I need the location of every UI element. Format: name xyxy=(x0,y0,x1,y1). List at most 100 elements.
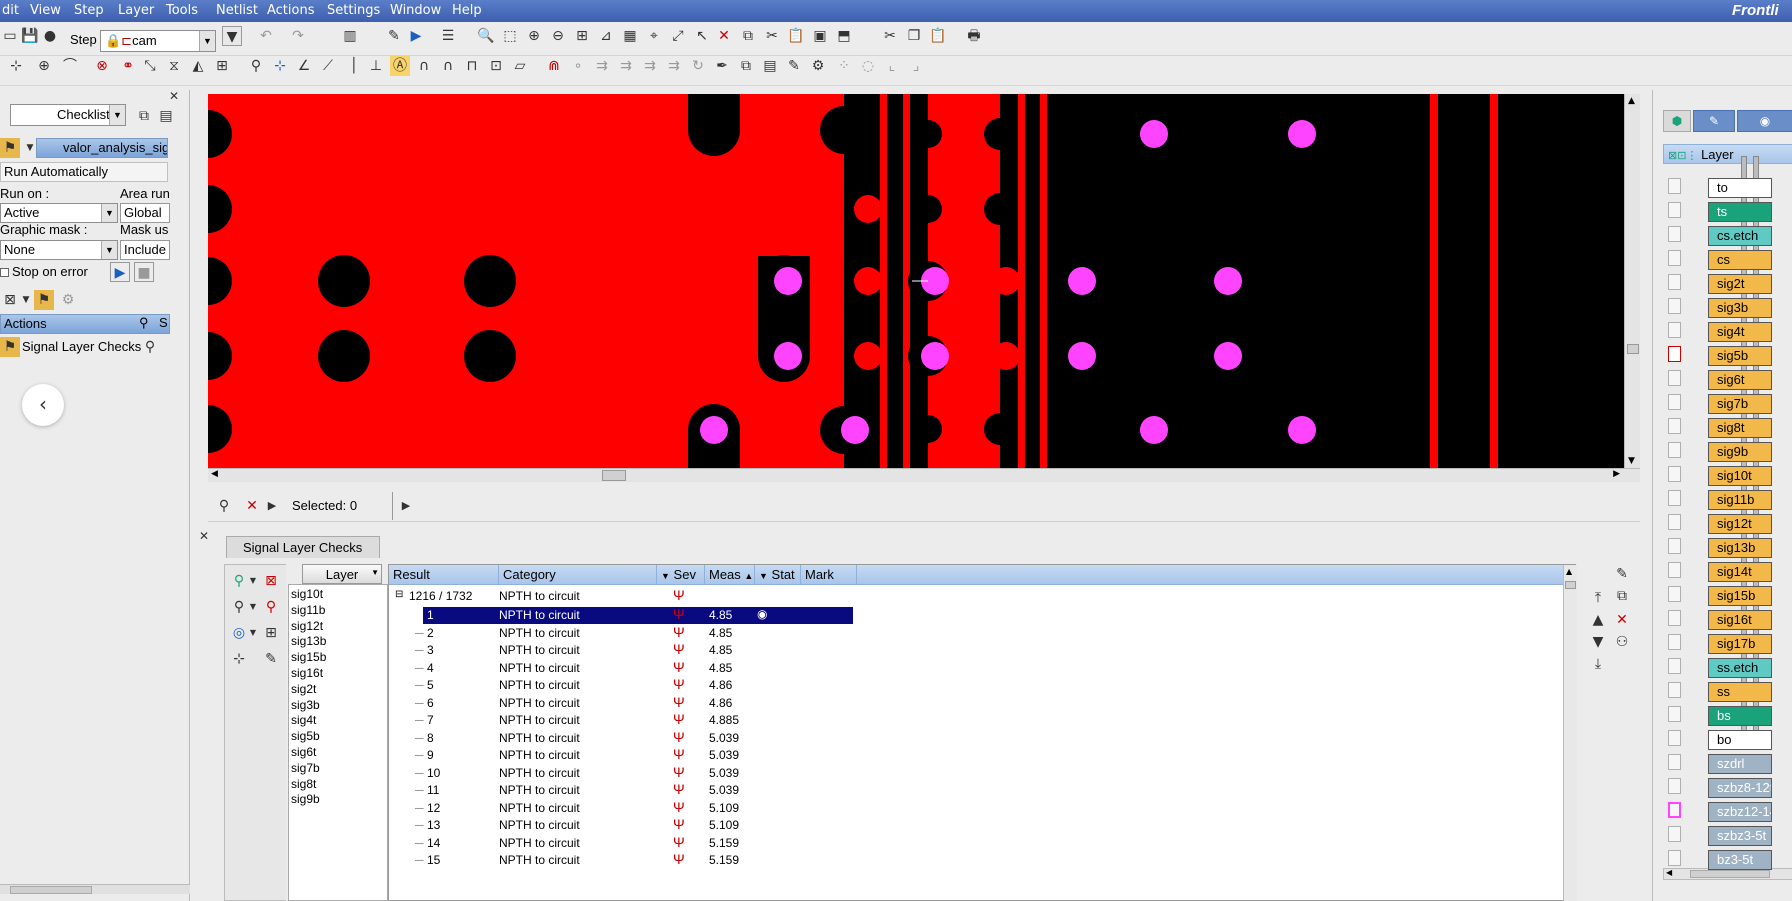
snap-icon[interactable]: ⌖ xyxy=(644,26,664,46)
col-sev[interactable]: ▼ Sev xyxy=(657,565,705,585)
layer-item[interactable]: bs xyxy=(1708,706,1772,726)
route-icon[interactable]: ⤢ xyxy=(668,26,688,46)
frame-icon[interactable]: ▣ xyxy=(810,26,830,46)
layer-item[interactable]: sig13b xyxy=(1708,538,1772,558)
layer-item[interactable]: sig2t xyxy=(1708,274,1772,294)
tool-target-dropdown-icon[interactable]: ▼ xyxy=(243,623,263,643)
step-select[interactable]: 🔒⊏cam ▼ xyxy=(100,30,216,52)
link-icon[interactable]: ⚭ xyxy=(118,56,138,76)
results-layer-item[interactable]: sig16t xyxy=(291,666,323,682)
layer-checkbox[interactable] xyxy=(1668,250,1681,266)
layer-item[interactable]: sig5b xyxy=(1708,346,1772,366)
menu-help[interactable]: Help xyxy=(452,3,482,18)
layer-item[interactable]: cs.etch xyxy=(1708,226,1772,246)
layer-checkbox[interactable] xyxy=(1668,730,1681,746)
snap-d-icon[interactable]: ⇉ xyxy=(640,56,660,76)
results-layer-item[interactable]: sig5b xyxy=(291,729,320,745)
tool-image-icon[interactable]: ⊠ xyxy=(261,571,281,591)
zoom-area-icon[interactable]: ⬚ xyxy=(500,26,520,46)
layer-checkbox[interactable] xyxy=(1668,274,1681,290)
table-row[interactable]: ─ 15 NPTH to circuit Ψ 5.159 xyxy=(389,851,855,869)
status-clear-icon[interactable]: ✕ xyxy=(242,496,262,516)
measure-up-icon[interactable]: ⊥ xyxy=(366,56,386,76)
resize-icon[interactable]: ⧉ xyxy=(736,56,756,76)
canvas-vertical-scrollbar[interactable]: ▲ ▼ xyxy=(1624,94,1640,468)
results-group-row[interactable]: ⊟ 1216 / 1732 NPTH to circuit Ψ xyxy=(395,587,855,607)
layer-checkbox[interactable] xyxy=(1668,778,1681,794)
close-results-icon[interactable]: ✕ xyxy=(194,526,214,546)
checklist-settings-icon[interactable]: ⚙ xyxy=(58,290,78,310)
table-row[interactable]: ─ 6 NPTH to circuit Ψ 4.86 xyxy=(389,694,855,712)
layer-item[interactable]: sig11b xyxy=(1708,490,1772,510)
results-remove-icon[interactable]: ✕ xyxy=(1612,610,1632,630)
undo-icon[interactable]: ↶ xyxy=(256,26,276,46)
snap-c-icon[interactable]: ⇉ xyxy=(616,56,636,76)
lasso-icon[interactable]: ◌ xyxy=(858,56,878,76)
pad-icon[interactable]: ⊕ xyxy=(34,56,54,76)
tool-filter-red-icon[interactable]: ⚲ xyxy=(261,597,281,617)
select-icon[interactable]: ↖ xyxy=(692,26,712,46)
table-row[interactable]: ─ 11 NPTH to circuit Ψ 5.039 xyxy=(389,781,855,799)
layer-checkbox[interactable] xyxy=(1668,442,1681,458)
tool-tree-dropdown-icon[interactable]: ▼ xyxy=(243,571,263,591)
results-up-icon[interactable]: ▲ xyxy=(1588,610,1608,630)
corner-icon[interactable]: ⌞ xyxy=(882,56,902,76)
results-down-icon[interactable]: ▼ xyxy=(1588,632,1608,652)
results-last-icon[interactable]: ⤓ xyxy=(1588,654,1608,674)
line-icon[interactable]: ⌒ xyxy=(60,56,80,76)
status-filter-icon[interactable]: ⚲ xyxy=(214,496,234,516)
checklist-list-icon[interactable]: ▤ xyxy=(156,106,176,126)
status-play-icon[interactable]: ▶ xyxy=(262,496,282,516)
layer-item[interactable]: szdrl xyxy=(1708,754,1772,774)
layer-item[interactable]: sig4t xyxy=(1708,322,1772,342)
menu-actions[interactable]: Actions xyxy=(267,3,315,18)
area-run-field[interactable]: Global xyxy=(120,203,170,223)
layer-checkbox[interactable] xyxy=(1668,418,1681,434)
magnet-icon[interactable]: ⋒ xyxy=(544,56,564,76)
cross-icon[interactable]: ⊹ xyxy=(270,56,290,76)
checklist-icon[interactable]: ⚑ xyxy=(0,138,20,158)
close-panel-icon[interactable]: ✕ xyxy=(164,86,184,106)
run-on-select[interactable]: Active ▼ xyxy=(0,203,118,223)
table-row[interactable]: ─ 13 NPTH to circuit Ψ 5.109 xyxy=(389,816,855,834)
layer-item[interactable]: to xyxy=(1708,178,1772,198)
layer-checkbox[interactable] xyxy=(1668,562,1681,578)
pencil-edit-icon[interactable]: ✎ xyxy=(784,56,804,76)
edit-icon[interactable]: ✎ xyxy=(384,26,404,46)
results-layer-item[interactable]: sig6t xyxy=(291,745,316,761)
layer-item[interactable]: sig6t xyxy=(1708,370,1772,390)
layer-checkbox[interactable] xyxy=(1668,538,1681,554)
layer-item[interactable]: sig14t xyxy=(1708,562,1772,582)
array-icon[interactable]: ⊞ xyxy=(212,56,232,76)
scissors-icon[interactable]: ✂ xyxy=(880,26,900,46)
tool-edit-icon[interactable]: ✎ xyxy=(261,649,281,669)
results-pencil-icon[interactable]: ✎ xyxy=(1612,564,1632,584)
layer-item[interactable]: sig15b xyxy=(1708,586,1772,606)
layer-checkbox[interactable] xyxy=(1668,682,1681,698)
layer-item[interactable]: bz3-5t xyxy=(1708,850,1772,870)
results-layer-item[interactable]: sig13b xyxy=(291,634,326,650)
results-layer-item[interactable]: sig15b xyxy=(291,650,326,666)
run-mode[interactable]: Run Automatically xyxy=(0,162,168,182)
skew-icon[interactable]: ▱ xyxy=(510,56,530,76)
layer-item[interactable]: bo xyxy=(1708,730,1772,750)
layer-item[interactable]: sig16t xyxy=(1708,610,1772,630)
flip-icon[interactable]: ◭ xyxy=(188,56,208,76)
layer-item[interactable]: szbz8-12t xyxy=(1708,778,1772,798)
layer-item[interactable]: ss xyxy=(1708,682,1772,702)
table-row[interactable]: ─ 12 NPTH to circuit Ψ 5.109 xyxy=(389,799,855,817)
layer-checkbox[interactable] xyxy=(1668,610,1681,626)
col-meas[interactable]: Meas ▲ xyxy=(705,565,755,585)
layer-item[interactable]: ss.etch xyxy=(1708,658,1772,678)
layer-checkbox[interactable] xyxy=(1668,850,1681,866)
collapse-left-button[interactable]: ‹ xyxy=(22,384,64,426)
menu-netlist[interactable]: Netlist xyxy=(216,3,258,18)
print-icon[interactable]: 🖶 xyxy=(964,26,984,46)
distance-icon[interactable]: Ⓐ xyxy=(390,56,410,76)
action-filter-icon[interactable]: ⚲ xyxy=(140,337,160,357)
results-layer-item[interactable]: sig10t xyxy=(291,587,323,603)
table-row[interactable]: ─ 9 NPTH to circuit Ψ 5.039 xyxy=(389,746,855,764)
layer-list-header[interactable]: Layer ▼ xyxy=(302,564,382,584)
layer-item[interactable]: sig9b xyxy=(1708,442,1772,462)
canvas-horizontal-scrollbar[interactable]: ◀ ▶ xyxy=(208,468,1640,482)
